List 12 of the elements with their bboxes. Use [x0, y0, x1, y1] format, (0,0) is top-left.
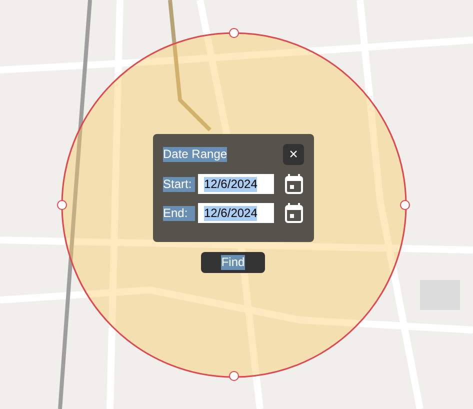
dialog-title: Date Range: [163, 147, 228, 162]
circle-handle[interactable]: [400, 200, 410, 210]
calendar-icon[interactable]: [285, 174, 303, 194]
circle-handle[interactable]: [229, 28, 239, 38]
field-label: Start:: [163, 176, 195, 192]
date-field[interactable]: 12/6/2024: [198, 203, 274, 223]
circle-handle[interactable]: [57, 200, 67, 210]
date-field[interactable]: 12/6/2024: [198, 174, 274, 194]
circle-handle[interactable]: [229, 371, 239, 381]
close-button[interactable]: ×: [283, 144, 304, 165]
field-label: End:: [163, 206, 195, 220]
calendar-icon[interactable]: [285, 203, 303, 223]
